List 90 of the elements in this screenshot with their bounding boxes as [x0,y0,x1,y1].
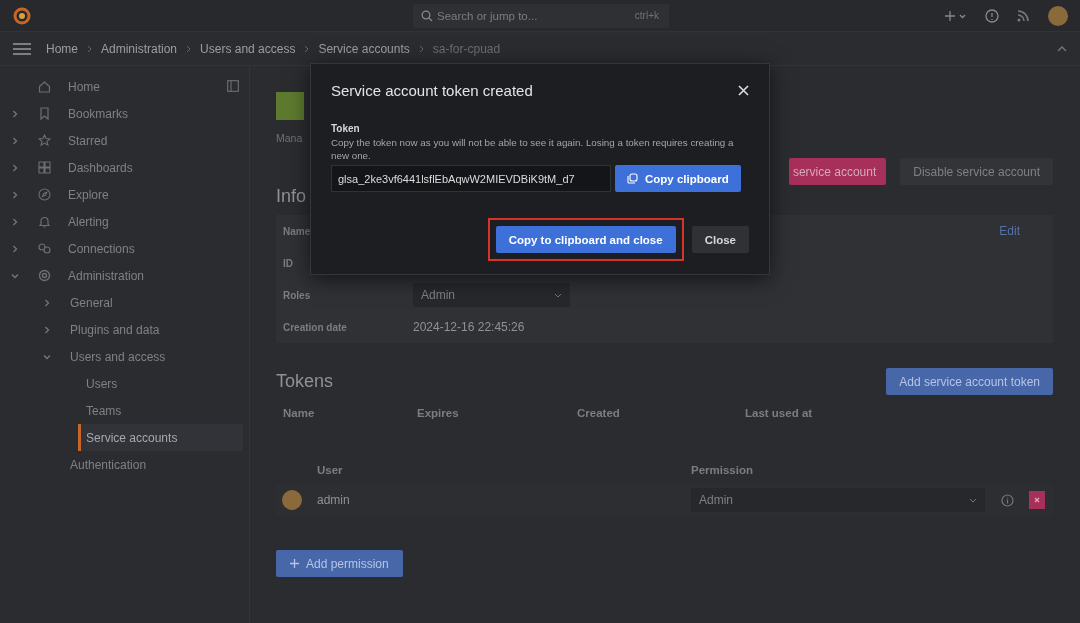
breadcrumb-link[interactable]: Users and access [200,41,296,56]
sidebar-item[interactable]: Connections [0,235,243,262]
edit-link[interactable]: Edit [999,224,1020,238]
close-icon[interactable] [738,84,749,96]
token-field[interactable]: glsa_2ke3vf6441lsflEbAqwW2MIEVDBiK9tM_d7 [331,165,611,192]
copy-icon [627,173,638,184]
sidebar-item[interactable]: Service accounts [78,424,243,451]
chevron-down-icon[interactable] [43,352,51,361]
chevron-right-icon[interactable] [11,217,19,226]
sidebar-item[interactable]: Plugins and data [0,316,243,343]
sidebar-item[interactable]: Home [0,73,243,100]
sidebar-item[interactable]: Teams [0,397,243,424]
help-icon[interactable] [985,8,999,23]
delete-button[interactable] [1029,491,1045,509]
chevron-down-icon [554,292,562,298]
plus-icon[interactable] [945,9,967,22]
field-label: Roles [283,289,312,301]
close-icon [1034,497,1040,503]
nav-icon [38,134,51,147]
breadcrumb-link[interactable]: Administration [101,41,178,56]
column-header: User [317,464,344,476]
chevron-icon [186,44,192,53]
chevron-icon[interactable] [1057,45,1067,52]
column-header: Name [283,407,316,419]
search-icon [421,10,433,22]
chevron-down-icon [969,497,977,503]
field-description: Copy the token now as you will not be able to see it again. Losing a token requires creating a new one. [331,136,735,162]
chevron-right-icon[interactable] [11,244,19,253]
close-button[interactable]: Close [691,226,749,253]
chevron-right-icon[interactable] [11,190,19,199]
nav-icon [38,107,51,120]
dialog-title: Service account token created [331,81,533,99]
chevron-icon [304,44,310,53]
field-label: Token [331,123,361,134]
rss-icon[interactable] [1017,9,1030,22]
breadcrumb-link[interactable]: Home [46,41,78,56]
sidebar-item[interactable]: Dashboards [0,154,243,181]
add-permission-button[interactable]: Add permission [276,550,403,577]
nav-icon [38,242,51,255]
nav-icon [38,215,51,228]
add-token-button[interactable]: Add service account token [886,368,1053,395]
section-heading: Info [276,186,308,207]
breadcrumb-link[interactable]: Service accounts [318,41,410,56]
sidebar-item[interactable]: Authentication [0,451,243,478]
nav-icon [38,188,51,201]
logo-icon[interactable] [12,5,32,26]
chevron-right-icon[interactable] [11,109,19,118]
copy-and-close-button[interactable]: Copy to clipboard and close [495,226,676,253]
chevron-right-icon[interactable] [11,163,19,172]
account-description: Mana [276,132,304,144]
nav-icon [38,80,51,93]
account-avatar [276,92,304,120]
nav-icon [38,269,51,282]
keyboard-shortcut: ctrl+k [634,10,659,21]
permission-select[interactable]: Admin [691,488,985,512]
sidebar-item[interactable]: General [0,289,243,316]
sidebar-item[interactable]: Administration [0,262,243,289]
chevron-down-icon[interactable] [11,271,19,280]
plus-icon [290,559,299,568]
chevron-icon [87,44,92,53]
account-action-button[interactable]: service account [788,158,887,185]
sidebar-item[interactable]: Users [0,370,243,397]
sidebar-item[interactable]: Bookmarks [0,100,243,127]
nav-icon [38,161,51,174]
field-label: Name [283,225,312,237]
menu-icon[interactable] [13,41,31,56]
chevron-right-icon[interactable] [43,298,51,307]
sidebar-item[interactable]: Explore [0,181,243,208]
role-select[interactable]: Admin [413,283,570,307]
sidebar-item[interactable]: Alerting [0,208,243,235]
chevron-right-icon[interactable] [11,136,19,145]
section-heading: Tokens [276,371,334,392]
column-header: Last used at [745,407,813,419]
chevron-right-icon[interactable] [43,325,51,334]
column-header: Expires [417,407,460,419]
field-label: ID [283,257,294,269]
user-avatar [282,490,302,510]
copy-button[interactable]: Copy clipboard [615,165,741,192]
account-action-button[interactable]: Disable service account [900,158,1053,185]
field-value: 2024-12-16 22:45:26 [413,320,525,334]
dock-icon[interactable] [227,80,239,92]
column-header: Permission [691,464,753,476]
sidebar-item[interactable]: Users and access [0,343,243,370]
sidebar-item[interactable]: Starred [0,127,243,154]
column-header: Created [577,407,621,419]
field-label: Creation date [283,321,348,333]
user-name: admin [317,493,351,507]
chevron-icon [418,44,424,53]
info-icon[interactable] [1001,493,1014,507]
user-avatar[interactable] [1048,5,1068,26]
